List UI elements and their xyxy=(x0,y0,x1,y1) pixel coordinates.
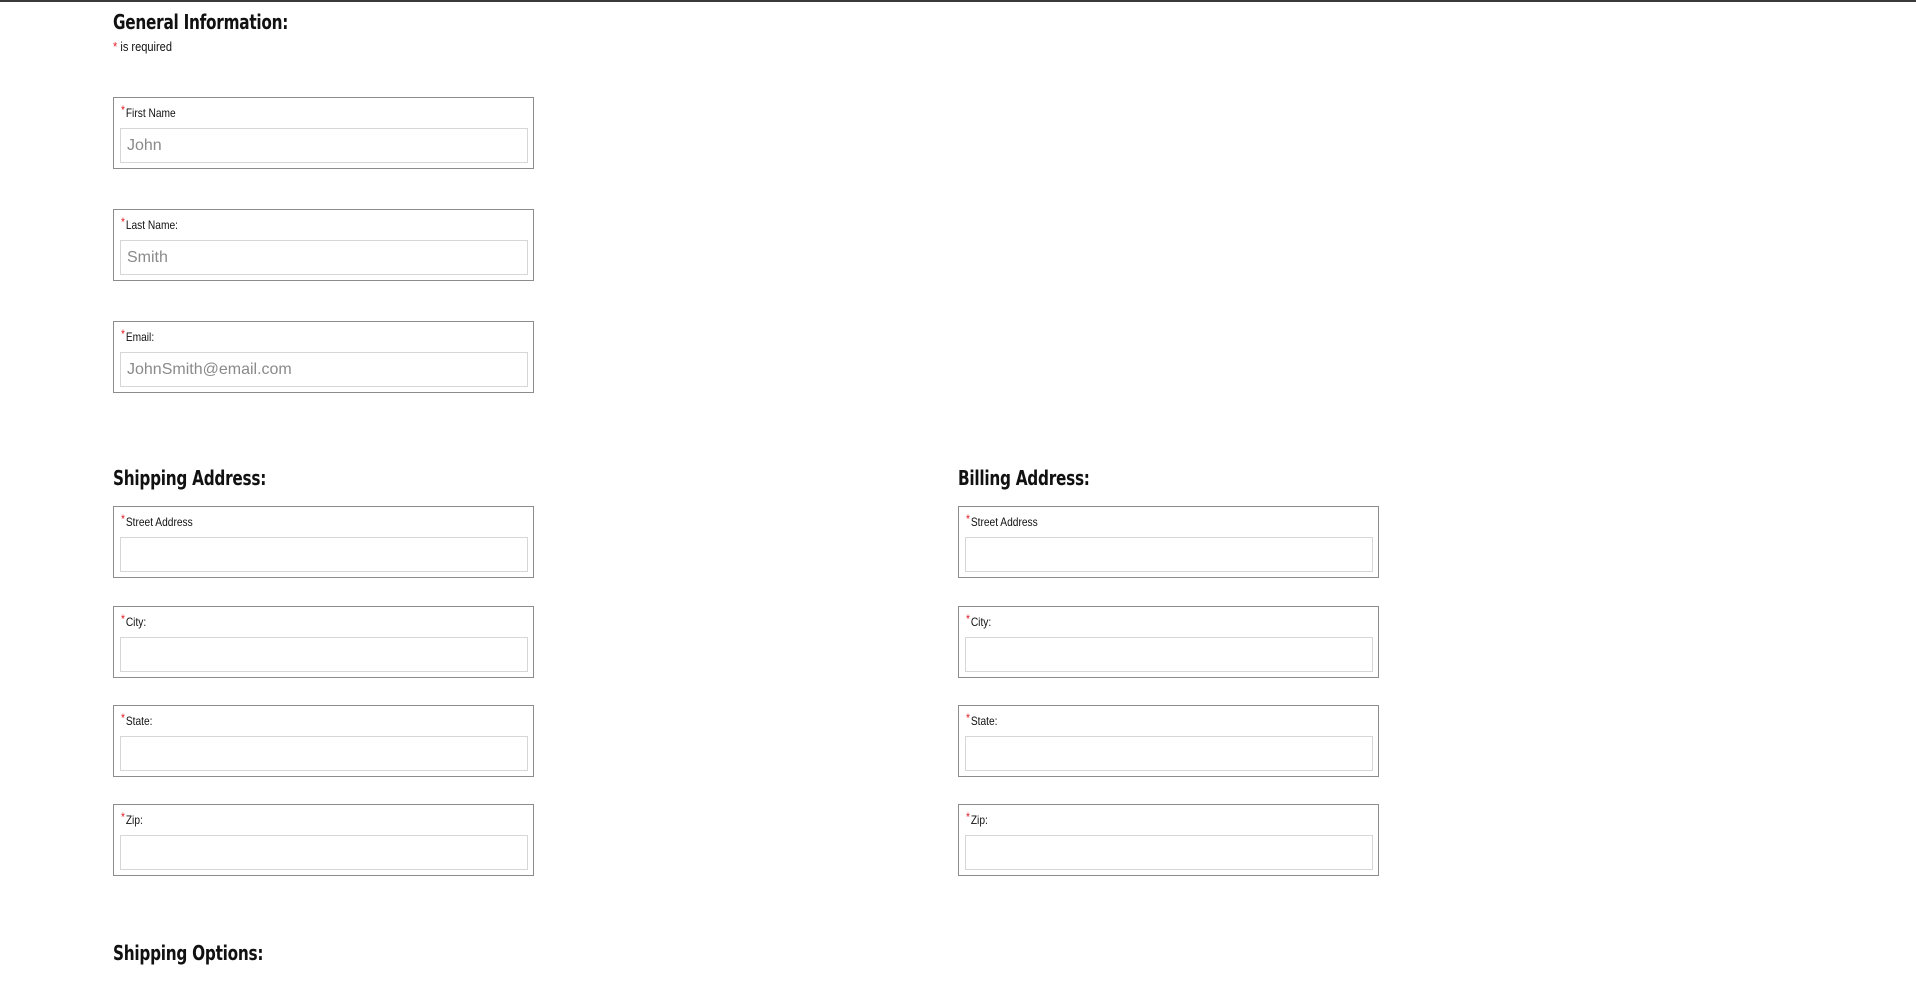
billing-zip-group: *Zip: xyxy=(958,804,1379,876)
required-star: * xyxy=(121,103,125,117)
email-input[interactable] xyxy=(120,352,528,387)
shipping-city-label: *City: xyxy=(121,612,147,629)
shipping-state-label: *State: xyxy=(121,711,153,728)
first-name-group: *First Name xyxy=(113,97,534,169)
email-label: *Email: xyxy=(121,327,155,344)
billing-street-label: *Street Address xyxy=(966,512,1038,529)
billing-zip-input[interactable] xyxy=(965,835,1373,870)
shipping-zip-group: *Zip: xyxy=(113,804,534,876)
shipping-city-input[interactable] xyxy=(120,637,528,672)
billing-state-group: *State: xyxy=(958,705,1379,777)
last-name-input[interactable] xyxy=(120,240,528,275)
shipping-street-input[interactable] xyxy=(120,537,528,572)
required-star: * xyxy=(121,215,125,229)
billing-city-input[interactable] xyxy=(965,637,1373,672)
billing-state-label: *State: xyxy=(966,711,998,728)
last-name-group: *Last Name: xyxy=(113,209,534,281)
required-star: * xyxy=(966,612,970,626)
required-star: * xyxy=(121,327,125,341)
last-name-label: *Last Name: xyxy=(121,215,178,232)
checkout-form-page: General Information: * is required *Firs… xyxy=(0,0,1916,1003)
shipping-state-group: *State: xyxy=(113,705,534,777)
first-name-input[interactable] xyxy=(120,128,528,163)
required-star: * xyxy=(121,810,125,824)
billing-city-label: *City: xyxy=(966,612,992,629)
email-group: *Email: xyxy=(113,321,534,393)
required-note-text: is required xyxy=(117,39,172,54)
billing-city-group: *City: xyxy=(958,606,1379,678)
required-star: * xyxy=(121,612,125,626)
billing-state-input[interactable] xyxy=(965,736,1373,771)
shipping-street-label: *Street Address xyxy=(121,512,193,529)
billing-street-input[interactable] xyxy=(965,537,1373,572)
required-star: * xyxy=(121,711,125,725)
shipping-options-heading: Shipping Options: xyxy=(113,941,264,965)
shipping-zip-input[interactable] xyxy=(120,835,528,870)
shipping-address-heading: Shipping Address: xyxy=(113,466,267,490)
required-note: * is required xyxy=(113,39,172,54)
required-star: * xyxy=(121,512,125,526)
shipping-street-group: *Street Address xyxy=(113,506,534,578)
required-star: * xyxy=(966,810,970,824)
billing-zip-label: *Zip: xyxy=(966,810,988,827)
billing-street-group: *Street Address xyxy=(958,506,1379,578)
top-border xyxy=(0,0,1916,2)
general-info-heading: General Information: xyxy=(113,10,289,34)
first-name-label: *First Name xyxy=(121,103,176,120)
shipping-zip-label: *Zip: xyxy=(121,810,143,827)
required-star: * xyxy=(966,512,970,526)
required-star: * xyxy=(966,711,970,725)
shipping-state-input[interactable] xyxy=(120,736,528,771)
shipping-city-group: *City: xyxy=(113,606,534,678)
billing-address-heading: Billing Address: xyxy=(958,466,1090,490)
